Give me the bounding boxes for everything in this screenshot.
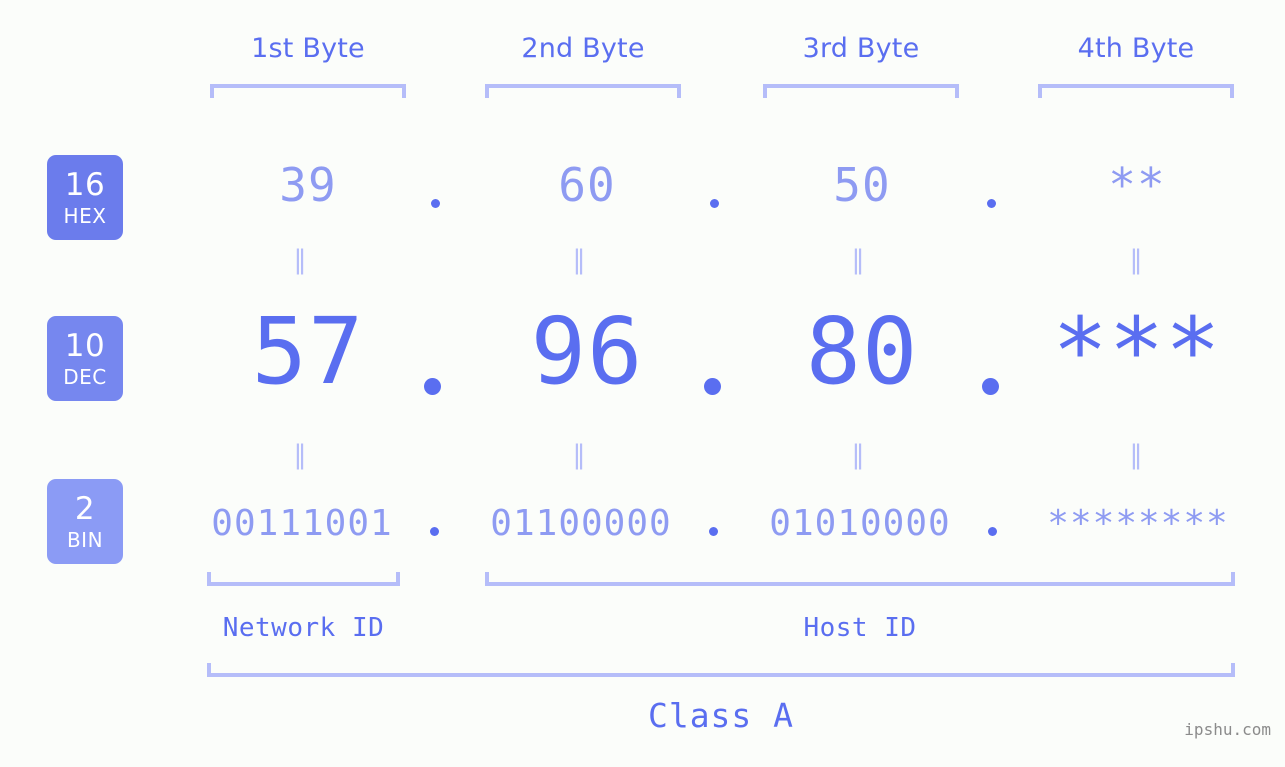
equality-mark-dec-bin-3: ‖ [851, 440, 867, 470]
bin-dot-3 [988, 527, 997, 536]
network-id-label: Network ID [222, 613, 385, 643]
equality-mark-hex-dec-2: ‖ [572, 245, 588, 275]
dec-dot-1 [424, 378, 441, 395]
hex-byte-2: 60 [558, 158, 616, 212]
dec-dot-3 [982, 378, 999, 395]
hex-dot-1 [431, 199, 440, 208]
bin-byte-1: 00111001 [211, 503, 393, 544]
radix-badge-bin-number: 2 [74, 490, 96, 527]
equality-mark-dec-bin-2: ‖ [572, 440, 588, 470]
class-label: Class A [647, 696, 795, 735]
dec-byte-1: 57 [251, 298, 365, 405]
equality-mark-dec-bin-4: ‖ [1129, 440, 1145, 470]
byte-header-4: 4th Byte [1077, 33, 1195, 64]
hex-byte-3: 50 [833, 158, 891, 212]
bin-dot-1 [430, 527, 439, 536]
radix-badge-hex: 16 HEX [47, 155, 123, 240]
hex-byte-1: 39 [279, 158, 337, 212]
dec-dot-2 [704, 378, 721, 395]
hex-dot-2 [710, 199, 719, 208]
dec-byte-3: 80 [805, 298, 919, 405]
equality-mark-hex-dec-1: ‖ [293, 245, 309, 275]
byte-bracket-top-1 [210, 84, 406, 98]
radix-badge-dec-name: DEC [63, 364, 107, 389]
byte-bracket-top-3 [763, 84, 959, 98]
radix-badge-hex-name: HEX [63, 203, 107, 228]
hex-byte-4: ** [1108, 158, 1166, 212]
radix-badge-bin: 2 BIN [47, 479, 123, 564]
ip-address-breakdown-diagram: 1st Byte 2nd Byte 3rd Byte 4th Byte 16 H… [0, 0, 1285, 767]
byte-header-1: 1st Byte [251, 33, 365, 64]
class-bracket [207, 663, 1235, 677]
host-id-bracket [485, 572, 1235, 586]
hex-dot-3 [987, 199, 996, 208]
radix-badge-dec-number: 10 [64, 327, 106, 364]
radix-badge-dec: 10 DEC [47, 316, 123, 401]
bin-byte-4: ******** [1047, 503, 1229, 544]
dec-byte-2: 96 [530, 298, 644, 405]
byte-bracket-top-4 [1038, 84, 1234, 98]
radix-badge-hex-number: 16 [64, 166, 106, 203]
radix-badge-bin-name: BIN [66, 527, 104, 552]
bin-byte-2: 01100000 [490, 503, 672, 544]
bin-byte-3: 01010000 [769, 503, 951, 544]
host-id-label: Host ID [803, 613, 917, 643]
equality-mark-dec-bin-1: ‖ [293, 440, 309, 470]
byte-header-3: 3rd Byte [802, 33, 920, 64]
byte-bracket-top-2 [485, 84, 681, 98]
byte-header-2: 2nd Byte [521, 33, 645, 64]
dec-byte-4: *** [1052, 298, 1222, 405]
network-id-bracket [207, 572, 400, 586]
watermark: ipshu.com [1184, 720, 1271, 739]
equality-mark-hex-dec-4: ‖ [1129, 245, 1145, 275]
equality-mark-hex-dec-3: ‖ [851, 245, 867, 275]
bin-dot-2 [709, 527, 718, 536]
